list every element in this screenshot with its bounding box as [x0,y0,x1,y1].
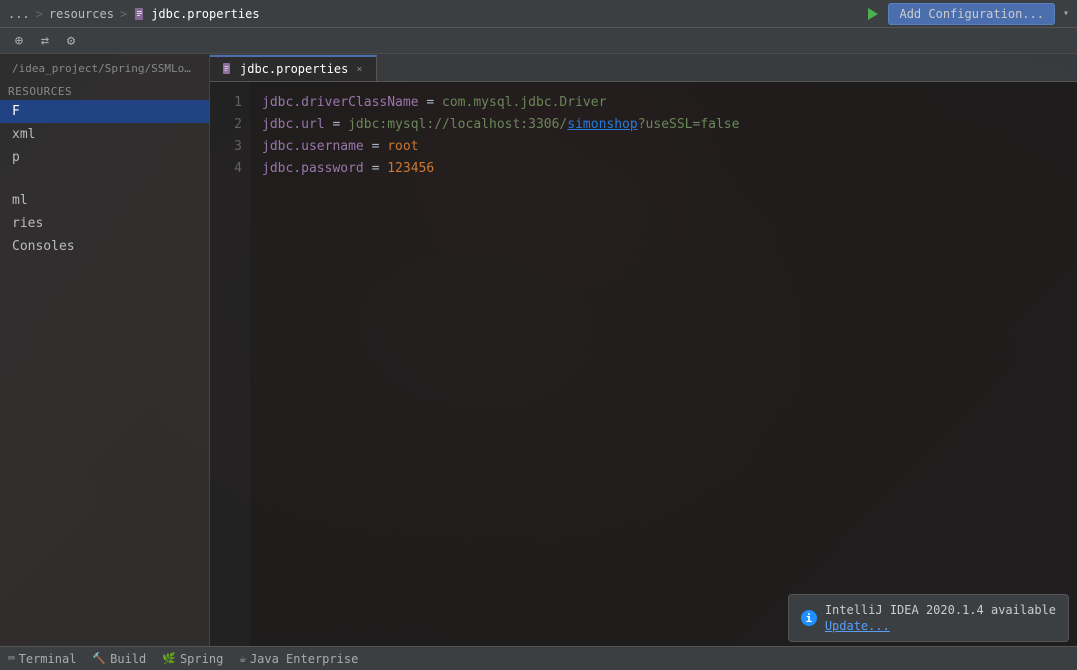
run-green-icon[interactable] [864,6,880,22]
add-icon-button[interactable]: ⊕ [8,30,30,52]
editor-area: jdbc.properties × 1 2 3 4 jdbc.driverCla… [210,54,1077,646]
notification-message: IntelliJ IDEA 2020.1.4 available [825,603,1056,617]
status-bar-left: ⌨ Terminal 🔨 Build 🌿 Spring ☕ Java Enter… [8,652,358,666]
tab-label: jdbc.properties [240,62,348,76]
sidebar-item-consoles[interactable]: Consoles [0,235,209,258]
code-editor[interactable]: 1 2 3 4 jdbc.driverClassName = com.mysql… [210,82,1077,646]
java-icon: ☕ [239,652,246,665]
code-line-3: jdbc.username = root [262,136,1065,158]
terminal-label: Terminal [19,652,77,666]
line-num-3: 3 [210,136,242,158]
top-toolbar: ... > resources > jdbc.properties Add Co… [0,0,1077,28]
notification-icon: i [801,610,817,626]
java-enterprise-label: Java Enterprise [250,652,358,666]
terminal-status-item[interactable]: ⌨ Terminal [8,652,76,666]
refresh-icon-button[interactable]: ⇄ [34,30,56,52]
breadcrumb-part1: ... [8,7,30,21]
line-num-2: 2 [210,114,242,136]
code-line-4: jdbc.password = 123456 [262,158,1065,180]
settings-icon-button[interactable]: ⚙ [60,30,82,52]
tab-jdbc-properties[interactable]: jdbc.properties × [210,55,377,81]
sidebar-item-xml[interactable]: xml [0,123,209,146]
sidebar-item-f[interactable]: F [0,100,209,123]
breadcrumb-sep1: > [36,7,43,21]
code-line-2: jdbc.url = jdbc:mysql://localhost:3306/s… [262,114,1065,136]
properties-file-icon [133,7,147,21]
breadcrumb-part2: resources [49,7,114,21]
update-notification: i IntelliJ IDEA 2020.1.4 available Updat… [788,594,1069,642]
add-config-dropdown-arrow[interactable]: ▾ [1063,8,1069,19]
add-configuration-button[interactable]: Add Configuration... [888,3,1055,25]
code-line-1: jdbc.driverClassName = com.mysql.jdbc.Dr… [262,92,1065,114]
tab-close-icon[interactable]: × [354,63,364,76]
breadcrumb: ... > resources > jdbc.properties [0,7,260,21]
sidebar-item-p[interactable]: p [0,146,209,169]
build-icon: 🔨 [92,652,106,665]
sidebar-project-path: /idea_project/Spring/SSMLogin [0,54,209,79]
status-bar: ⌨ Terminal 🔨 Build 🌿 Spring ☕ Java Enter… [0,646,1077,670]
spring-status-item[interactable]: 🌿 Spring [162,652,223,666]
tab-file-icon [222,63,234,75]
terminal-icon: ⌨ [8,652,15,665]
line-num-1: 1 [210,92,242,114]
breadcrumb-file: jdbc.properties [133,7,259,21]
top-bar-right: Add Configuration... ▾ [864,3,1077,25]
notification-content: IntelliJ IDEA 2020.1.4 available Update.… [825,603,1056,633]
notification-update-link[interactable]: Update... [825,619,1056,633]
sidebar-item-ml[interactable]: ml [0,189,209,212]
java-enterprise-status-item[interactable]: ☕ Java Enterprise [239,652,358,666]
line-num-4: 4 [210,158,242,180]
spring-label: Spring [180,652,223,666]
sidebar-resources-label: resources [0,79,209,100]
second-toolbar: ⊕ ⇄ ⚙ [0,28,1077,54]
sidebar: /idea_project/Spring/SSMLogin resources … [0,54,210,646]
breadcrumb-sep2: > [120,7,127,21]
line-numbers: 1 2 3 4 [210,82,250,646]
build-label: Build [110,652,146,666]
sidebar-item-ries[interactable]: ries [0,212,209,235]
build-status-item[interactable]: 🔨 Build [92,652,146,666]
main-content: /idea_project/Spring/SSMLogin resources … [0,54,1077,646]
code-content[interactable]: jdbc.driverClassName = com.mysql.jdbc.Dr… [250,82,1077,646]
tab-bar: jdbc.properties × [210,54,1077,82]
spring-icon: 🌿 [162,652,176,665]
